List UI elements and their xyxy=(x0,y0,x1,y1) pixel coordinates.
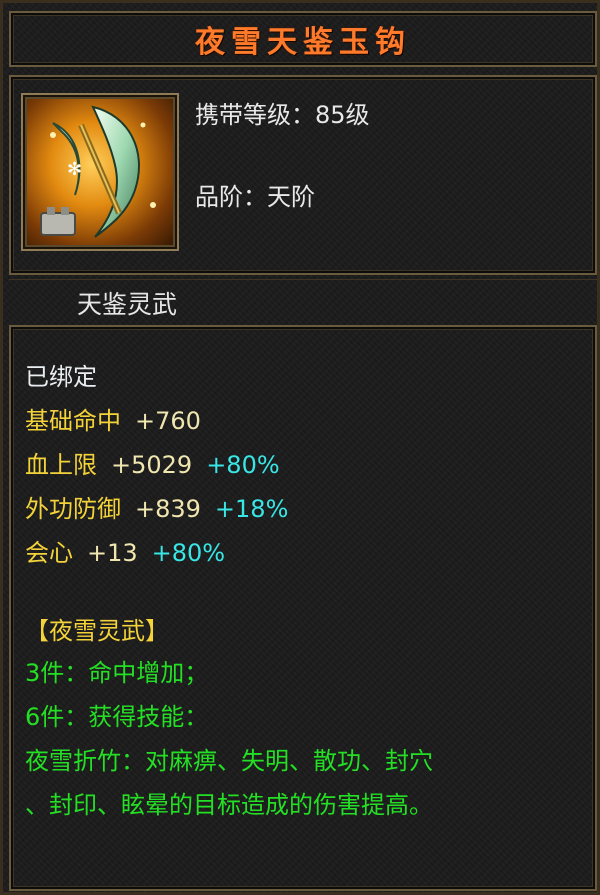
stat-value: +5029 xyxy=(111,451,193,479)
stat-percent: +80% xyxy=(206,451,280,479)
set-bonus-6: 6件：获得技能： xyxy=(25,703,209,731)
stat-label: 会心 xyxy=(25,539,73,567)
stat-percent: +18% xyxy=(214,495,289,523)
jade-hook-weapon-icon: ✻ xyxy=(21,93,179,251)
stat-value: +760 xyxy=(135,407,201,435)
item-type: 天鉴灵武 xyxy=(77,290,178,319)
set-skill-description-cont: 、封印、眩晕的目标造成的伤害提高。 xyxy=(25,791,433,819)
stat-row: 血上限 +5029 +80% xyxy=(25,445,280,480)
item-grade: 品阶：天阶 xyxy=(195,183,315,211)
stat-label: 基础命中 xyxy=(25,407,121,435)
item-tooltip: 夜雪天鉴玉钩 ✻ 携带等级：85级 品阶：天阶 天鉴灵武 已绑定 基础命中 +7… xyxy=(0,0,600,895)
svg-text:✻: ✻ xyxy=(67,159,82,180)
stat-label: 血上限 xyxy=(25,451,97,479)
set-skill-description: 夜雪折竹：对麻痹、失明、散功、封穴 xyxy=(25,747,433,775)
binding-status: 已绑定 xyxy=(25,363,97,391)
stat-row: 会心 +13 +80% xyxy=(25,533,225,568)
stat-row: 基础命中 +760 xyxy=(25,401,201,436)
stat-row: 外功防御 +839 +18% xyxy=(25,489,288,524)
title-frame: 夜雪天鉴玉钩 xyxy=(9,11,597,67)
stat-percent: +80% xyxy=(151,539,226,567)
item-name: 夜雪天鉴玉钩 xyxy=(195,25,411,60)
set-bonus-3: 3件：命中增加； xyxy=(25,659,209,687)
stat-value: +13 xyxy=(87,539,138,567)
set-name: 【夜雪灵武】 xyxy=(25,617,169,645)
divider xyxy=(9,279,597,280)
carry-level: 携带等级：85级 xyxy=(195,101,370,129)
stat-label: 外功防御 xyxy=(25,495,121,523)
stat-value: +839 xyxy=(135,495,201,523)
